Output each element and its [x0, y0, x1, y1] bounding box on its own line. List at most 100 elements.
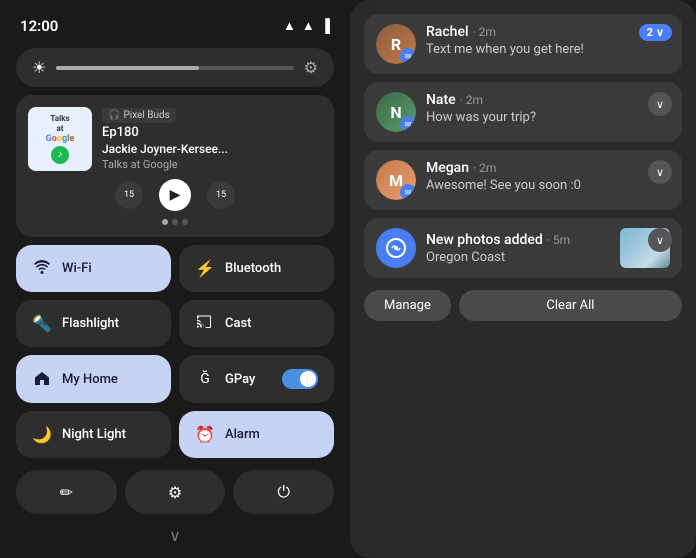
flashlight-toggle[interactable]: 🔦 Flashlight — [16, 300, 171, 347]
message-icon: ✉ — [405, 52, 412, 61]
skip-back-button[interactable]: 15 — [115, 181, 143, 209]
quick-toggles: Wi-Fi ⚡ Bluetooth 🔦 Flashlight Cast — [16, 245, 334, 458]
notifications-panel: R ✉ Rachel · 2m Text me when you get her… — [350, 0, 696, 558]
skip-forward-button[interactable]: 15 — [207, 181, 235, 209]
avatar-nate: N ✉ — [376, 92, 416, 132]
manage-button[interactable]: Manage — [364, 290, 451, 321]
nightlight-label: Night Light — [62, 427, 126, 442]
notif-msg-rachel: Text me when you get here! — [426, 42, 670, 57]
notification-megan[interactable]: M ✉ Megan · 2m Awesome! See you soon :0 … — [364, 150, 682, 210]
myhome-toggle[interactable]: My Home — [16, 355, 171, 403]
notif-time-nate: · 2m — [460, 93, 483, 107]
media-title: Ep180 — [102, 125, 322, 140]
chevron-icon: ∨ — [656, 26, 664, 39]
expand-badge-rachel[interactable]: 2 ∨ — [639, 24, 672, 41]
notification-photos[interactable]: New photos added · 5m Oregon Coast ∨ — [364, 218, 682, 278]
brightness-icon: ☀ — [32, 58, 46, 77]
home-icon — [32, 370, 52, 389]
gpay-label: GPay — [225, 372, 255, 387]
notif-content-rachel: Rachel · 2m Text me when you get here! — [426, 24, 670, 57]
notif-header-nate: Nate · 2m — [426, 92, 670, 108]
power-button[interactable]: ⏻ — [233, 470, 334, 514]
wifi-status-icon: ▲ — [302, 18, 315, 34]
alarm-icon: ⏰ — [195, 425, 215, 444]
spotify-icon: ♪ — [51, 146, 69, 164]
signal-icon: ▲ — [283, 18, 296, 34]
edit-button[interactable]: ✏ — [16, 470, 117, 514]
flashlight-label: Flashlight — [62, 316, 119, 331]
message-icon: ✉ — [405, 188, 412, 197]
headphone-icon: 🎧 — [108, 110, 120, 121]
message-badge-megan: ✉ — [400, 184, 416, 200]
notif-content-photos: New photos added · 5m Oregon Coast — [426, 232, 610, 265]
notif-content-megan: Megan · 2m Awesome! See you soon :0 — [426, 160, 670, 193]
flashlight-icon: 🔦 — [32, 314, 52, 333]
notification-nate[interactable]: N ✉ Nate · 2m How was your trip? ∨ — [364, 82, 682, 142]
wifi-icon — [32, 259, 52, 278]
alarm-toggle[interactable]: ⏰ Alarm — [179, 411, 334, 458]
gpay-toggle[interactable]: Ğ GPay — [179, 355, 334, 403]
status-icons: ▲ ▲ ▐ — [283, 18, 330, 34]
moon-icon: 🌙 — [32, 425, 52, 444]
settings-button[interactable]: ⚙ — [125, 470, 226, 514]
media-controls: 15 ▶ 15 — [28, 179, 322, 211]
google-logo: Google — [46, 134, 75, 144]
dot-1 — [162, 219, 168, 225]
message-badge: ✉ — [400, 48, 416, 64]
clear-all-button[interactable]: Clear All — [459, 290, 682, 321]
left-panel: 12:00 ▲ ▲ ▐ ☀ ⚙ Talksat Google ♪ — [0, 0, 350, 558]
bottom-bar: ✏ ⚙ ⏻ — [16, 470, 334, 514]
notif-name-nate: Nate — [426, 92, 456, 108]
media-artwork: Talksat Google ♪ — [28, 107, 92, 171]
bluetooth-toggle[interactable]: ⚡ Bluetooth — [179, 245, 334, 292]
notif-time-rachel: · 2m — [473, 25, 496, 39]
notif-header-photos: New photos added · 5m — [426, 232, 610, 248]
photos-icon — [376, 228, 416, 268]
cast-label: Cast — [225, 316, 252, 331]
notif-content-nate: Nate · 2m How was your trip? — [426, 92, 670, 125]
play-button[interactable]: ▶ — [159, 179, 191, 211]
expand-btn-nate[interactable]: ∨ — [648, 92, 672, 116]
chevron-down-icon[interactable]: ∨ — [16, 526, 334, 545]
media-page-dots — [28, 219, 322, 225]
brightness-fill — [56, 66, 198, 70]
media-top: Talksat Google ♪ 🎧 Pixel Buds Ep180 Jack… — [28, 107, 322, 171]
notif-msg-megan: Awesome! See you soon :0 — [426, 178, 670, 193]
notif-expand-rachel[interactable]: 2 ∨ — [639, 24, 672, 41]
notif-name-photos: New photos added — [426, 232, 543, 248]
cast-toggle[interactable]: Cast — [179, 300, 334, 347]
message-badge-nate: ✉ — [400, 116, 416, 132]
media-info: 🎧 Pixel Buds Ep180 Jackie Joyner-Kersee.… — [102, 108, 322, 171]
notif-name-megan: Megan — [426, 160, 469, 176]
clock: 12:00 — [20, 17, 58, 35]
notif-msg-nate: How was your trip? — [426, 110, 670, 125]
bluetooth-icon: ⚡ — [195, 259, 215, 278]
gpay-icon: Ğ — [195, 371, 215, 387]
gpay-switch[interactable] — [282, 369, 318, 389]
notification-rachel[interactable]: R ✉ Rachel · 2m Text me when you get her… — [364, 14, 682, 74]
nightlight-toggle[interactable]: 🌙 Night Light — [16, 411, 171, 458]
notif-name-rachel: Rachel — [426, 24, 469, 40]
notif-expand-megan[interactable]: ∨ — [648, 160, 672, 184]
pixel-buds-badge: 🎧 Pixel Buds — [102, 108, 176, 123]
media-card: Talksat Google ♪ 🎧 Pixel Buds Ep180 Jack… — [16, 95, 334, 237]
brightness-row[interactable]: ☀ ⚙ — [16, 48, 334, 87]
notif-expand-nate[interactable]: ∨ — [648, 92, 672, 116]
avatar-rachel: R ✉ — [376, 24, 416, 64]
notif-time-photos: · 5m — [547, 233, 570, 247]
brightness-slider[interactable] — [56, 66, 293, 70]
avatar-megan: M ✉ — [376, 160, 416, 200]
message-icon: ✉ — [405, 120, 412, 129]
wifi-label: Wi-Fi — [62, 261, 92, 276]
notif-time-megan: · 2m — [473, 161, 496, 175]
notif-expand-photos[interactable]: ∨ — [648, 228, 672, 252]
dot-3 — [182, 219, 188, 225]
settings-icon[interactable]: ⚙ — [304, 58, 318, 77]
media-show: Talks at Google — [102, 158, 322, 171]
wifi-toggle[interactable]: Wi-Fi — [16, 245, 171, 292]
expand-btn-megan[interactable]: ∨ — [648, 160, 672, 184]
expand-btn-photos[interactable]: ∨ — [648, 228, 672, 252]
notification-actions: Manage Clear All — [364, 290, 682, 321]
battery-icon: ▐ — [321, 18, 330, 34]
status-bar: 12:00 ▲ ▲ ▐ — [16, 12, 334, 40]
